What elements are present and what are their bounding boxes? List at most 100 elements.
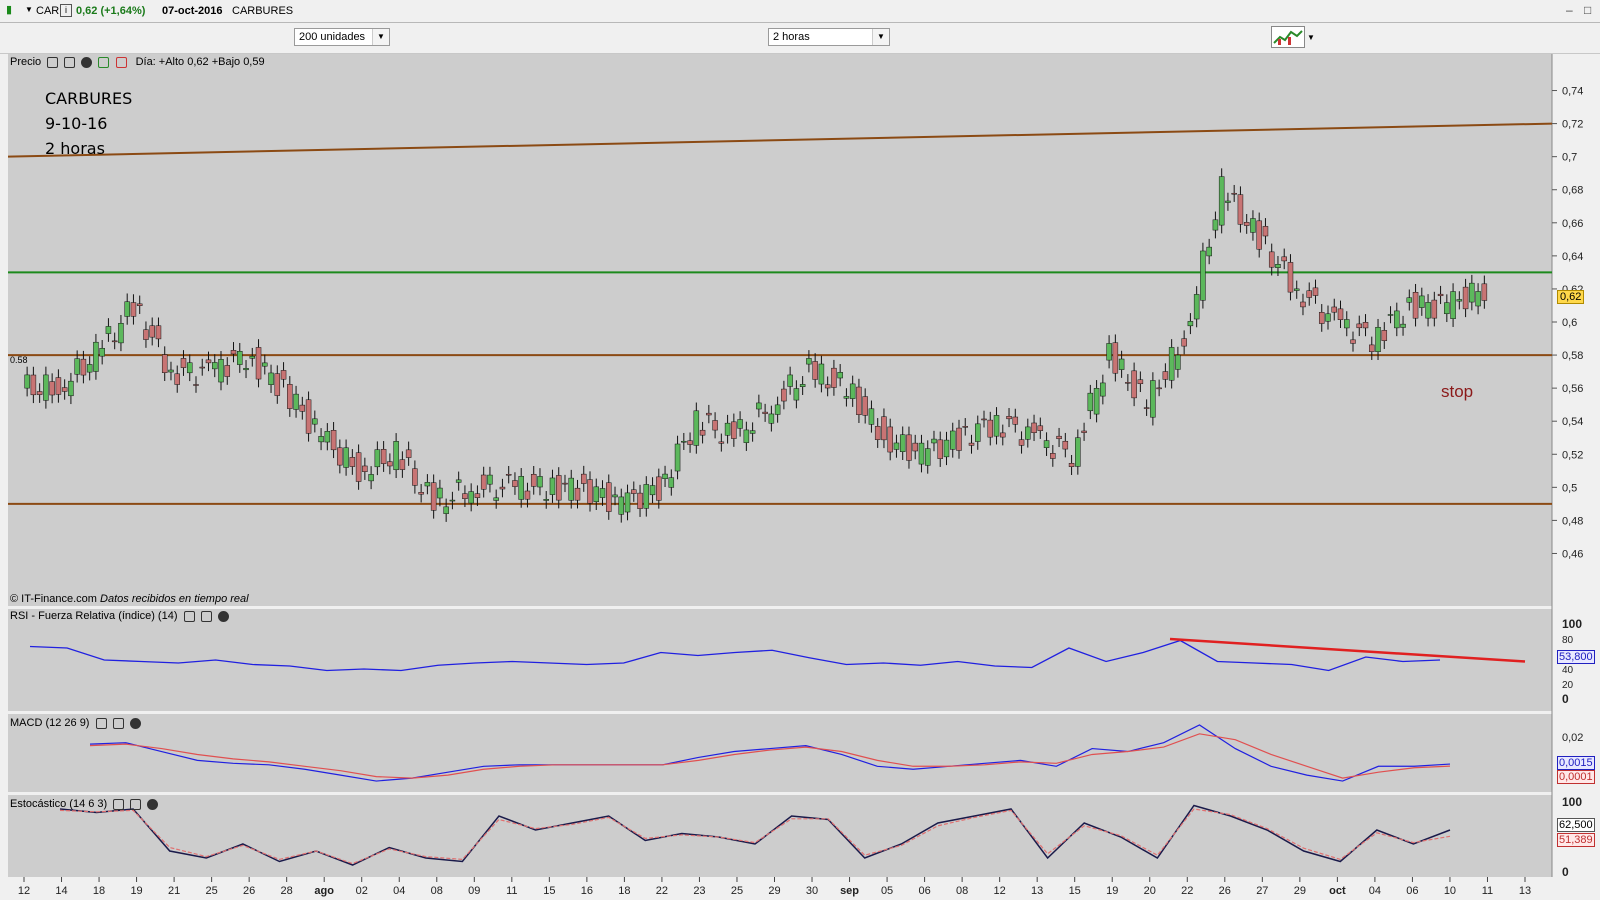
candle-body [1075, 437, 1081, 467]
stoch-panel-title: Estocástico (14 6 3) [10, 798, 108, 810]
price-tick-label: 0,56 [1562, 383, 1583, 395]
last-price-badge: 0,62 [1557, 290, 1585, 304]
candle-body [1137, 379, 1144, 385]
candle-body [280, 370, 287, 380]
window-icon[interactable] [64, 56, 76, 68]
candle-body [687, 440, 693, 445]
candle-body [631, 489, 637, 494]
candle-body [956, 427, 962, 451]
candle-body [1056, 435, 1062, 440]
maximize-button[interactable]: □ [1584, 3, 1591, 17]
candle-body [368, 474, 374, 482]
candle-body [1419, 295, 1425, 308]
candle-body [1456, 299, 1463, 302]
candle-body [612, 494, 618, 498]
candle-body [1087, 392, 1094, 412]
annotation-line-3: 2 horas [45, 139, 105, 158]
candle-body [1306, 290, 1312, 298]
x-tick-label: 11 [1482, 885, 1493, 897]
rsi-tick-label: 0 [1562, 692, 1569, 706]
wrench-icon[interactable] [113, 798, 125, 810]
close-icon[interactable] [81, 56, 93, 68]
x-tick-label: 09 [468, 885, 480, 897]
chevron-down-icon[interactable]: ▼ [872, 29, 889, 45]
candle-body [580, 473, 587, 484]
candle-body [681, 440, 687, 443]
candle-body [111, 340, 118, 343]
candle-body [36, 391, 43, 395]
wrench-icon[interactable] [47, 56, 59, 68]
candle-body [537, 476, 543, 488]
candle-body [168, 369, 174, 373]
candle-body [405, 449, 412, 458]
window-icon[interactable] [112, 717, 124, 729]
period-select[interactable]: 2 horas ▼ [768, 28, 890, 46]
info-icon[interactable]: i [60, 4, 72, 17]
x-tick-label: 18 [93, 885, 105, 897]
wrench-icon[interactable] [183, 610, 195, 622]
candle-body [799, 384, 806, 387]
price-tick-label: 0,54 [1562, 416, 1583, 428]
candle-body [305, 399, 312, 434]
candle-body [1362, 322, 1369, 329]
wrench-icon[interactable] [95, 717, 107, 729]
candle-body [24, 374, 30, 389]
candle-body [962, 426, 969, 428]
close-icon[interactable] [129, 717, 141, 729]
candle-body [468, 491, 474, 504]
candle-body [1256, 220, 1262, 250]
candle-body [637, 492, 643, 509]
candle-body [731, 421, 737, 439]
chevron-down-icon[interactable]: ▼ [1307, 33, 1315, 42]
candle-body [186, 362, 193, 374]
candle-body [787, 374, 793, 387]
remove-icon[interactable] [115, 56, 127, 68]
x-tick-label: 30 [806, 885, 818, 897]
close-icon[interactable] [147, 798, 159, 810]
x-tick-label: 19 [1106, 885, 1118, 897]
candle-body [1237, 194, 1244, 225]
stoch-tick-label: 0 [1562, 865, 1569, 879]
minimize-button[interactable]: – [1566, 3, 1573, 17]
x-tick-label: 12 [18, 885, 30, 897]
candle-body [487, 474, 493, 485]
candlestick-icon[interactable]: ▮ [6, 3, 12, 16]
units-select-value: 200 unidades [299, 31, 366, 43]
candle-body [768, 413, 775, 424]
x-tick-label: 16 [581, 885, 593, 897]
candle-body [806, 358, 812, 365]
candle-body [412, 468, 418, 486]
candle-body [1231, 192, 1237, 195]
candle-body [862, 396, 868, 416]
candle-body [93, 341, 99, 372]
candle-body [756, 402, 762, 410]
chart-type-button[interactable] [1271, 26, 1305, 48]
price-tick-label: 0,66 [1562, 218, 1583, 230]
chevron-down-icon[interactable]: ▼ [372, 29, 389, 45]
candle-body [1093, 388, 1100, 415]
chart-type-icon [1273, 30, 1303, 45]
dropdown-arrow-icon[interactable]: ▼ [25, 5, 33, 14]
candle-body [618, 496, 625, 515]
close-icon[interactable] [217, 610, 229, 622]
units-select[interactable]: 200 unidades ▼ [294, 28, 390, 46]
candle-body [199, 366, 205, 369]
candle-body [981, 418, 987, 421]
candle-body [968, 442, 975, 446]
candle-body [1287, 262, 1294, 293]
price-tick-label: 0,74 [1562, 86, 1583, 98]
window-icon[interactable] [200, 610, 212, 622]
candle-body [1050, 453, 1056, 459]
candle-body [1400, 323, 1406, 328]
candle-body [1300, 301, 1306, 308]
export-icon[interactable] [98, 56, 110, 68]
candle-body [1031, 422, 1037, 434]
window-icon[interactable] [130, 798, 142, 810]
candle-body [474, 493, 481, 498]
chart-area[interactable]: 0,74 0,72 0,7 0,68 0,66 0,64 0,62 0,6 0,58 0,56 0,… [0, 54, 1600, 900]
candle-body [1475, 291, 1481, 307]
annotation-line-1: CARBURES [45, 89, 133, 108]
candle-body [443, 506, 449, 514]
candle-body [831, 367, 837, 388]
candle-body [993, 415, 1000, 437]
